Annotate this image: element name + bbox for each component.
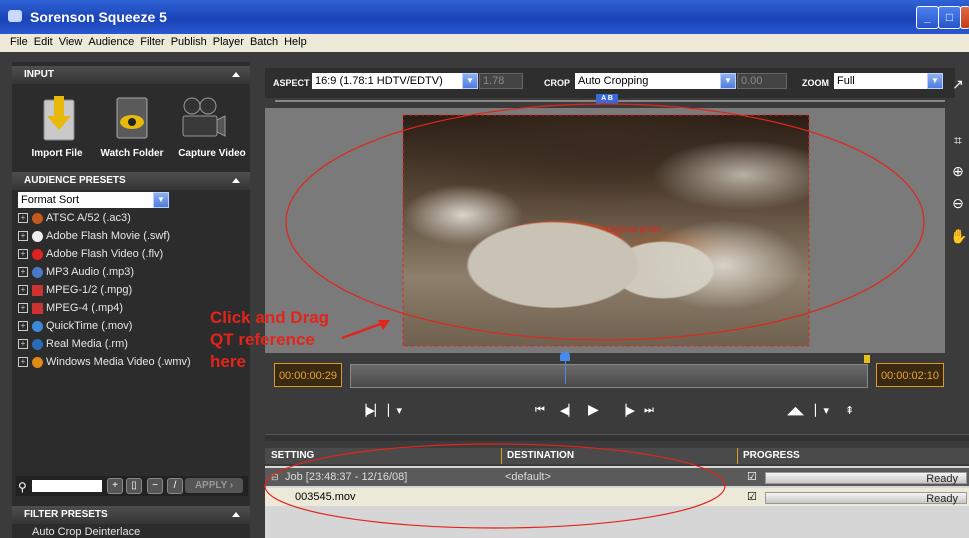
annotation-arrow	[341, 320, 387, 340]
annotation-layer: Original photo	[264, 103, 925, 529]
overlay-text: Original photo	[606, 224, 662, 234]
viewer-highlight-ellipse	[285, 103, 925, 341]
annotation-line-3: here	[210, 352, 246, 371]
annotation-line-1: Click and Drag	[210, 308, 330, 327]
job-highlight-ellipse	[264, 443, 726, 529]
annotation-line-2: QT reference	[210, 330, 315, 349]
